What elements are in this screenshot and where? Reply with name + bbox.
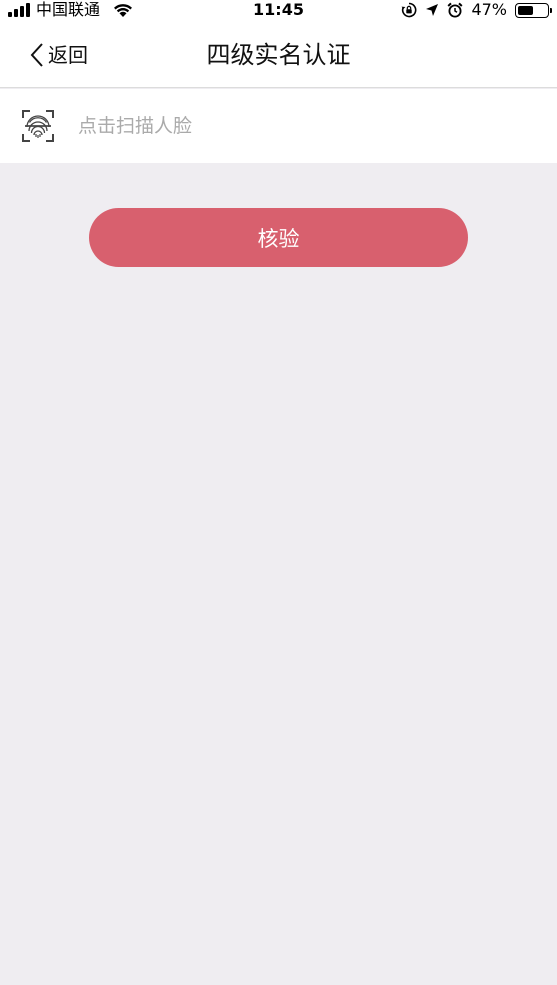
screen: 中国联通 11:45 47% 返回 四级实名认证 点击扫描人脸 核验: [0, 0, 557, 985]
status-right: 47%: [401, 0, 552, 19]
battery-percent: 47%: [471, 0, 507, 19]
orientation-lock-icon: [402, 2, 417, 18]
nav-bar: 返回 四级实名认证: [0, 22, 557, 88]
page-title: 四级实名认证: [206, 41, 351, 69]
scan-face-label: 点击扫描人脸: [78, 115, 193, 137]
battery-icon: [515, 2, 552, 18]
alarm-icon: [447, 2, 463, 18]
battery-fill: [518, 5, 534, 15]
verify-button[interactable]: 核验: [89, 208, 468, 267]
face-scan-row[interactable]: 点击扫描人脸: [0, 89, 557, 163]
location-arrow-icon: [426, 4, 439, 16]
status-bar: 中国联通 11:45 47%: [0, 0, 557, 22]
face-scan-icon: [22, 110, 54, 142]
